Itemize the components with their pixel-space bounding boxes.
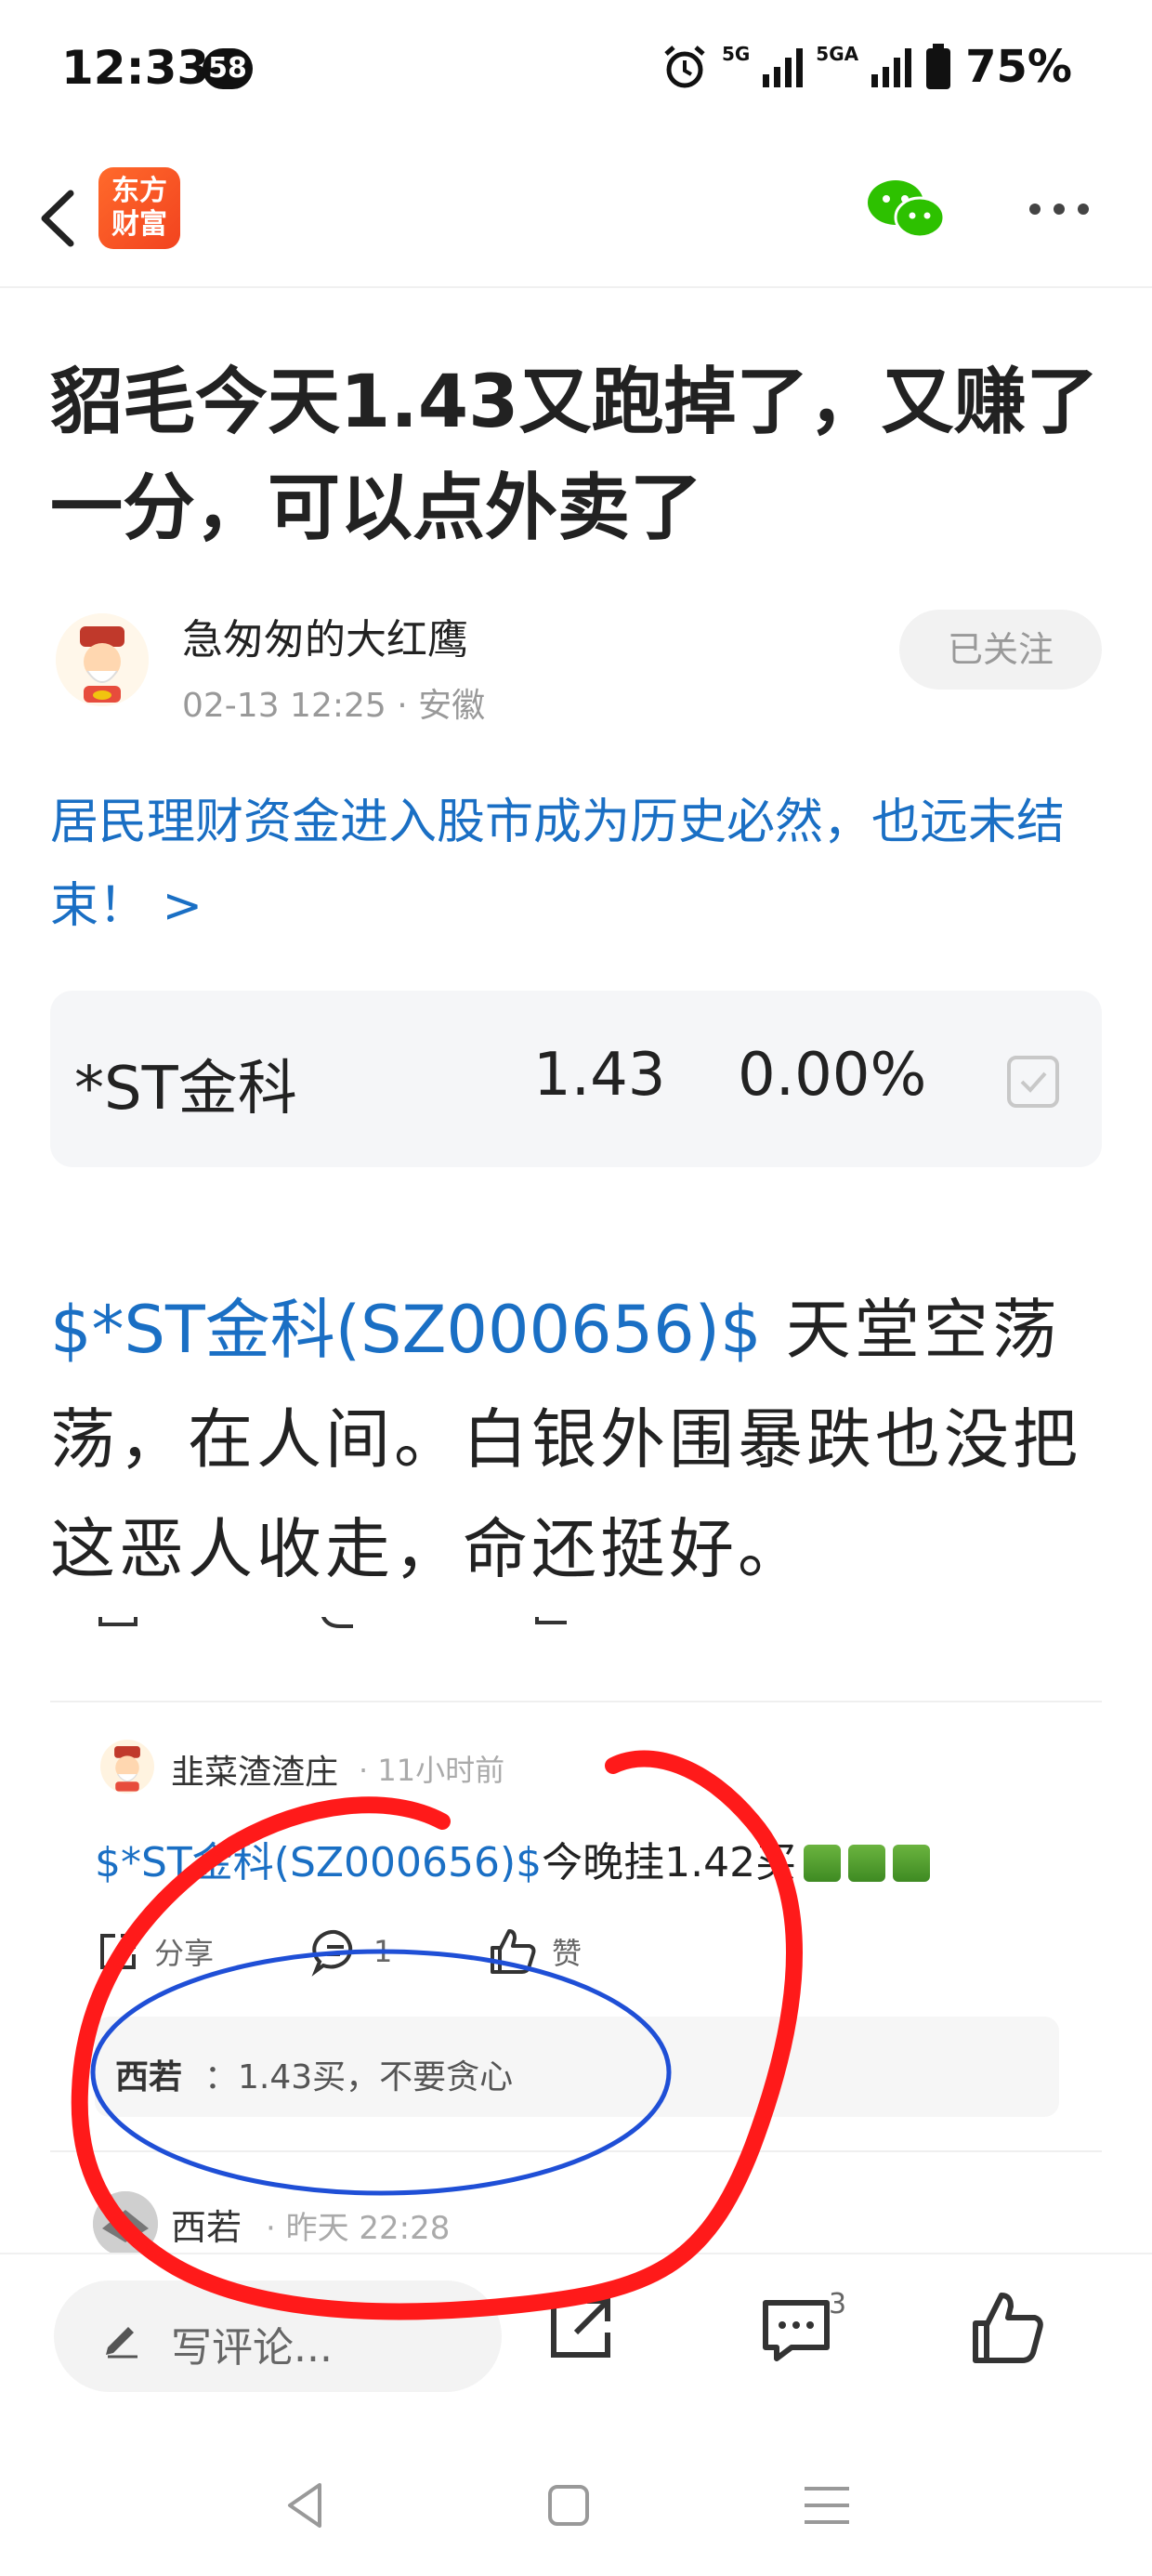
comment-like-button[interactable]: 赞 bbox=[487, 1924, 582, 1979]
reply-user[interactable]: 西若 bbox=[115, 2050, 182, 2098]
system-home-icon[interactable] bbox=[541, 2477, 596, 2533]
grass-emoji-icon bbox=[848, 1845, 886, 1882]
check-icon bbox=[1020, 1071, 1047, 1093]
comment-user[interactable]: 韭菜渣渣庄 bbox=[171, 1745, 338, 1794]
comment-reply-button[interactable]: 1 bbox=[310, 1924, 392, 1979]
comment-avatar[interactable] bbox=[100, 1740, 154, 1794]
like-icon bbox=[491, 1929, 536, 1974]
stock-price: 1.43 bbox=[533, 1041, 666, 1110]
logo-text-line2: 财富 bbox=[111, 208, 167, 241]
write-comment-placeholder: 写评论... bbox=[171, 2324, 333, 2372]
comment-time: · 11小时前 bbox=[359, 1753, 505, 1788]
comment-stock-tag[interactable]: $*ST金科(SZ000656)$ bbox=[95, 1839, 542, 1886]
comment-icon[interactable] bbox=[316, 1617, 362, 1643]
share-icon[interactable] bbox=[95, 1617, 141, 1643]
comment-time: · 昨天 22:28 bbox=[266, 2210, 451, 2247]
like-label: 赞 bbox=[552, 1936, 583, 1971]
article-body: $*ST金科(SZ000656)$ 天堂空荡荡，在人间。白银外围暴跌也没把这恶人… bbox=[50, 1275, 1109, 1604]
follow-button[interactable]: 已关注 bbox=[899, 610, 1102, 690]
article-actions-cut bbox=[50, 1617, 1102, 1654]
comment-share-button[interactable]: 分享 bbox=[95, 1924, 214, 1979]
author-name[interactable]: 急匆匆的大红鹰 bbox=[182, 606, 468, 665]
grass-emoji-icon bbox=[893, 1845, 931, 1882]
app-logo: 东方 财富 bbox=[98, 167, 180, 249]
bottom-comment-bar: 写评论... 3 bbox=[0, 2253, 1152, 2420]
network-label-2: 5GA bbox=[816, 43, 859, 65]
like-icon[interactable] bbox=[966, 2286, 1050, 2370]
back-icon[interactable] bbox=[22, 177, 97, 260]
reply-preview[interactable]: 西若 ：1.43买，不要贪心 bbox=[95, 2017, 1059, 2117]
comment-icon bbox=[311, 1929, 353, 1977]
battery-icon bbox=[926, 44, 951, 89]
stock-card[interactable]: *ST金科 1.43 0.00% bbox=[50, 991, 1102, 1167]
battery-percent: 75% bbox=[965, 41, 1072, 93]
signal-icon bbox=[763, 46, 804, 87]
alarm-icon bbox=[664, 46, 705, 88]
divider bbox=[50, 1701, 1102, 1702]
like-icon[interactable] bbox=[533, 1617, 580, 1643]
logo-text-line1: 东方 bbox=[111, 175, 167, 207]
stock-change: 0.00% bbox=[738, 1041, 927, 1110]
avatar-illustration bbox=[56, 613, 149, 706]
wechat-icon[interactable] bbox=[864, 177, 948, 242]
notification-badge: 58 bbox=[203, 48, 253, 89]
share-icon[interactable] bbox=[539, 2286, 622, 2370]
comment-icon[interactable] bbox=[754, 2286, 838, 2370]
author-meta: 02-13 12:25 · 安徽 bbox=[182, 687, 486, 725]
avatar-illustration bbox=[93, 2191, 158, 2256]
status-time: 12:33 bbox=[61, 41, 210, 95]
share-icon bbox=[100, 1934, 136, 1969]
avatar-illustration bbox=[114, 1745, 140, 1792]
share-label: 分享 bbox=[154, 1936, 215, 1971]
system-menu-icon[interactable] bbox=[799, 2477, 855, 2533]
divider bbox=[50, 2150, 1102, 2152]
add-watchlist-checkbox[interactable] bbox=[1007, 1056, 1059, 1108]
comment-actions: 分享 1 赞 bbox=[95, 1924, 1024, 1979]
article-title: 貂毛今天1.43又跑掉了，又赚了一分，可以点外卖了 bbox=[50, 361, 1099, 550]
comment-count: 3 bbox=[829, 2288, 847, 2320]
comment-text: $*ST金科(SZ000656)$今晚挂1.42买 bbox=[95, 1829, 931, 1888]
comment-user[interactable]: 西若 bbox=[171, 2199, 242, 2250]
reply-text: ：1.43买，不要贪心 bbox=[204, 2058, 514, 2096]
more-icon[interactable] bbox=[1022, 186, 1096, 232]
body-stock-tag[interactable]: $*ST金科(SZ000656)$ bbox=[50, 1292, 762, 1368]
reply-count: 1 bbox=[373, 1934, 393, 1969]
grass-emoji-icon bbox=[804, 1845, 842, 1882]
status-indicators: 5G 5GA 75% bbox=[661, 39, 1072, 95]
network-label-1: 5G bbox=[721, 43, 751, 65]
signal-icon-2 bbox=[871, 46, 912, 87]
write-comment-input[interactable]: 写评论... bbox=[54, 2280, 502, 2392]
promo-link[interactable]: 居民理财资金进入股市成为历史必然，也远未结束！ > bbox=[50, 781, 1109, 948]
author-avatar[interactable] bbox=[56, 613, 149, 706]
comment-avatar[interactable] bbox=[93, 2191, 158, 2256]
stock-name: *ST金科 bbox=[74, 1055, 297, 1124]
system-nav-bar bbox=[0, 2435, 1152, 2576]
system-back-icon[interactable] bbox=[279, 2477, 334, 2533]
status-bar: 12:33 58 5G 5GA 75% bbox=[0, 0, 1152, 139]
pencil-icon bbox=[106, 2327, 137, 2359]
nav-bar: 东方 财富 bbox=[0, 149, 1152, 288]
comment-body: 今晚挂1.42买 bbox=[542, 1839, 797, 1886]
